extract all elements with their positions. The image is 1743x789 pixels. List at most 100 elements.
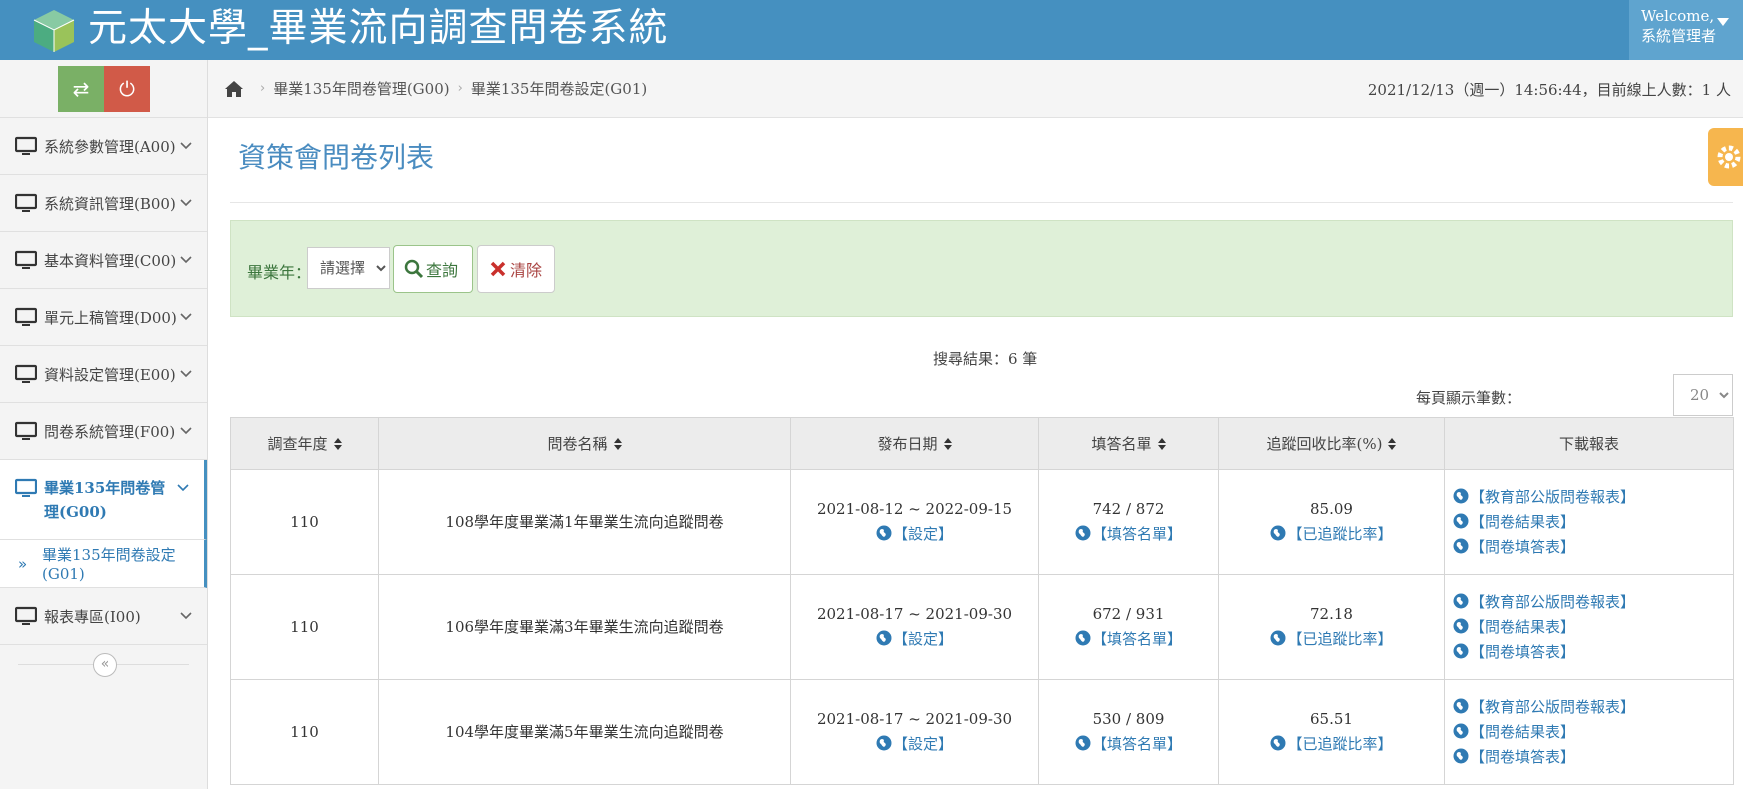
monitor-icon bbox=[15, 364, 37, 383]
response-list-link[interactable]: 【填答名單】 bbox=[1039, 627, 1218, 652]
report-link-label: 【問卷填答表】 bbox=[1470, 747, 1576, 766]
result-report-link[interactable]: 【問卷結果表】 bbox=[1453, 510, 1733, 535]
tracking-rate-link[interactable]: 【已追蹤比率】 bbox=[1219, 522, 1444, 547]
globe-icon bbox=[1270, 525, 1286, 541]
response-list-link[interactable]: 【填答名單】 bbox=[1039, 732, 1218, 757]
cell-response-list: 530 / 809 【填答名單】 bbox=[1038, 679, 1219, 785]
sidebar: ⇄ ⏻ 系統參數管理(A00) 系統資訊管理(B00) 基本資料管理(C00) … bbox=[0, 60, 208, 789]
table-header-row: 調查年度 問卷名稱 發布日期 填答名單 追蹤回收比率(%) 下載報表 bbox=[230, 417, 1734, 470]
sidebar-subitem-label: 畢業135年問卷設定(G01) bbox=[42, 546, 176, 583]
clear-button[interactable]: 清除 bbox=[477, 245, 555, 293]
tracking-rate: 72.18 bbox=[1310, 605, 1353, 623]
search-button[interactable]: 查詢 bbox=[393, 245, 473, 293]
column-header-label: 調查年度 bbox=[267, 435, 328, 453]
table-row: 110 108學年度畢業滿1年畢業生流向追蹤問卷 2021-08-12 ~ 20… bbox=[230, 469, 1734, 575]
settings-panel-toggle[interactable] bbox=[1708, 128, 1743, 186]
cell-tracking-rate: 85.09 【已追蹤比率】 bbox=[1218, 469, 1445, 575]
response-list-link[interactable]: 【填答名單】 bbox=[1039, 522, 1218, 547]
sidebar-subitem-g01[interactable]: » 畢業135年問卷設定(G01) bbox=[0, 540, 207, 588]
response-report-link[interactable]: 【問卷填答表】 bbox=[1453, 745, 1733, 770]
response-report-link[interactable]: 【問卷填答表】 bbox=[1453, 535, 1733, 560]
search-filter-panel: 畢業年： 請選擇 查詢 清除 bbox=[230, 220, 1733, 317]
collapse-sidebar-button[interactable]: « bbox=[93, 653, 117, 677]
chevron-down-icon bbox=[180, 427, 192, 435]
column-header-name[interactable]: 問卷名稱 bbox=[378, 417, 791, 470]
result-report-link[interactable]: 【問卷結果表】 bbox=[1453, 615, 1733, 640]
double-chevron-left-icon: « bbox=[100, 656, 110, 672]
cell-dates: 2021-08-17 ~ 2021-09-30 【設定】 bbox=[790, 574, 1039, 680]
sidebar-item-c00[interactable]: 基本資料管理(C00) bbox=[0, 232, 207, 289]
tracking-rate: 65.51 bbox=[1310, 710, 1353, 728]
sidebar-item-f00[interactable]: 問卷系統管理(F00) bbox=[0, 403, 207, 460]
user-menu[interactable]: Welcome, 系統管理者 bbox=[1629, 0, 1743, 60]
column-header-reports: 下載報表 bbox=[1444, 417, 1734, 470]
sidebar-item-label: 系統資訊管理(B00) bbox=[44, 194, 176, 213]
cell-survey-name: 108學年度畢業滿1年畢業生流向追蹤問卷 bbox=[378, 469, 791, 575]
response-report-link[interactable]: 【問卷填答表】 bbox=[1453, 640, 1733, 665]
column-header-label: 下載報表 bbox=[1558, 435, 1619, 453]
chevron-down-icon bbox=[180, 313, 192, 321]
moe-report-link[interactable]: 【教育部公版問卷報表】 bbox=[1453, 695, 1733, 720]
sort-icon bbox=[1388, 438, 1397, 450]
breadcrumb-item-g00[interactable]: 畢業135年問卷管理(G00) bbox=[273, 78, 449, 99]
column-header-year[interactable]: 調查年度 bbox=[230, 417, 379, 470]
sort-icon bbox=[943, 438, 952, 450]
report-link-label: 【教育部公版問卷報表】 bbox=[1470, 487, 1636, 506]
chevron-down-icon bbox=[180, 370, 192, 378]
per-page-label: 每頁顯示筆數： bbox=[1416, 389, 1522, 407]
globe-icon bbox=[876, 735, 892, 751]
result-report-link[interactable]: 【問卷結果表】 bbox=[1453, 720, 1733, 745]
sidebar-item-label: 問卷系統管理(F00) bbox=[44, 422, 176, 441]
breadcrumb-separator-icon: › bbox=[457, 81, 463, 96]
divider bbox=[230, 202, 1733, 203]
sidebar-item-e00[interactable]: 資料設定管理(E00) bbox=[0, 346, 207, 403]
column-header-list[interactable]: 填答名單 bbox=[1038, 417, 1219, 470]
response-count: 742 / 872 bbox=[1092, 500, 1165, 518]
column-header-date[interactable]: 發布日期 bbox=[790, 417, 1039, 470]
setting-link[interactable]: 【設定】 bbox=[791, 522, 1038, 547]
sidebar-item-g00[interactable]: 畢業135年問卷管理(G00) bbox=[0, 460, 207, 540]
sort-icon bbox=[333, 438, 342, 450]
sidebar-item-i00[interactable]: 報表專區(I00) bbox=[0, 588, 207, 645]
moe-report-link[interactable]: 【教育部公版問卷報表】 bbox=[1453, 485, 1733, 510]
globe-icon bbox=[1075, 630, 1091, 646]
search-button-label: 查詢 bbox=[426, 261, 459, 280]
graduation-year-select[interactable]: 請選擇 bbox=[307, 247, 390, 289]
cell-response-list: 742 / 872 【填答名單】 bbox=[1038, 469, 1219, 575]
globe-icon bbox=[1075, 735, 1091, 751]
globe-icon bbox=[876, 630, 892, 646]
per-page-select[interactable]: 20 bbox=[1673, 374, 1733, 416]
date-range: 2021-08-17 ~ 2021-09-30 bbox=[816, 605, 1013, 623]
report-link-label: 【問卷結果表】 bbox=[1470, 722, 1576, 741]
home-icon[interactable] bbox=[224, 80, 244, 98]
power-button[interactable]: ⏻ bbox=[104, 66, 150, 112]
sidebar-item-a00[interactable]: 系統參數管理(A00) bbox=[0, 118, 207, 175]
cell-download-reports: 【教育部公版問卷報表】 【問卷結果表】 【問卷填答表】 bbox=[1444, 679, 1734, 785]
switch-icon: ⇄ bbox=[72, 77, 90, 101]
tracking-rate-link[interactable]: 【已追蹤比率】 bbox=[1219, 627, 1444, 652]
response-count: 672 / 931 bbox=[1092, 605, 1165, 623]
response-count: 530 / 809 bbox=[1092, 710, 1165, 728]
response-list-link-label: 【填答名單】 bbox=[1091, 735, 1182, 753]
setting-link[interactable]: 【設定】 bbox=[791, 627, 1038, 652]
switch-button[interactable]: ⇄ bbox=[58, 66, 104, 112]
column-header-rate[interactable]: 追蹤回收比率(%) bbox=[1218, 417, 1445, 470]
response-list-link-label: 【填答名單】 bbox=[1091, 630, 1182, 648]
sidebar-item-d00[interactable]: 單元上稿管理(D00) bbox=[0, 289, 207, 346]
year-label: 畢業年： bbox=[247, 263, 312, 282]
globe-icon bbox=[1453, 593, 1469, 608]
sidebar-tools: ⇄ ⏻ bbox=[0, 60, 207, 118]
globe-icon bbox=[1453, 723, 1469, 738]
tracking-rate-link[interactable]: 【已追蹤比率】 bbox=[1219, 732, 1444, 757]
cell-download-reports: 【教育部公版問卷報表】 【問卷結果表】 【問卷填答表】 bbox=[1444, 574, 1734, 680]
sidebar-item-b00[interactable]: 系統資訊管理(B00) bbox=[0, 175, 207, 232]
setting-link[interactable]: 【設定】 bbox=[791, 732, 1038, 757]
moe-report-link[interactable]: 【教育部公版問卷報表】 bbox=[1453, 590, 1733, 615]
cell-year: 110 bbox=[230, 574, 379, 680]
close-icon bbox=[490, 261, 506, 277]
response-list-link-label: 【填答名單】 bbox=[1091, 525, 1182, 543]
table-row: 110 106學年度畢業滿3年畢業生流向追蹤問卷 2021-08-17 ~ 20… bbox=[230, 574, 1734, 680]
globe-icon bbox=[1453, 538, 1469, 553]
breadcrumb-item-g01[interactable]: 畢業135年問卷設定(G01) bbox=[471, 78, 647, 99]
chevron-down-icon bbox=[180, 612, 192, 620]
